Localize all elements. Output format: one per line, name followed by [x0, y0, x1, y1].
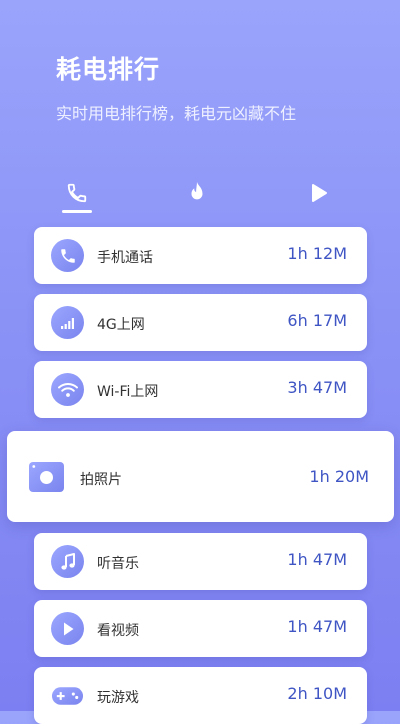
list-item-time: 1h 47M [287, 617, 347, 636]
tab-calls[interactable] [62, 178, 92, 208]
list-item-video[interactable]: 看视频 1h 47M [34, 600, 367, 657]
list-item-label: 看视频 [97, 623, 139, 639]
list-item-label: 玩游戏 [97, 690, 139, 706]
list-item-time: 1h 47M [287, 550, 347, 569]
signal-bars-icon [51, 306, 84, 339]
phone-icon [67, 183, 87, 203]
tab-power[interactable] [182, 178, 212, 208]
list-item-time: 1h 12M [287, 244, 347, 263]
list-item-music[interactable]: 听音乐 1h 47M [34, 533, 367, 590]
active-tab-indicator [62, 210, 92, 213]
play-icon [312, 184, 327, 202]
list-item-4g[interactable]: 4G上网 6h 17M [34, 294, 367, 351]
list-item-label: 拍照片 [80, 472, 122, 488]
list-item-label: Wi-Fi上网 [97, 384, 159, 400]
gamepad-icon [51, 679, 84, 712]
list-item-wifi[interactable]: Wi-Fi上网 3h 47M [34, 361, 367, 418]
wifi-icon [51, 373, 84, 406]
list-item-label: 手机通话 [97, 250, 153, 266]
tab-media[interactable] [304, 178, 334, 208]
flame-icon [191, 182, 203, 200]
page-title: 耗电排行 [56, 55, 161, 84]
list-item-camera[interactable]: 拍照片 1h 20M [7, 431, 394, 522]
camera-icon [29, 462, 64, 492]
list-item-time: 6h 17M [287, 311, 347, 330]
list-item-time: 2h 10M [287, 684, 347, 703]
list-item-label: 听音乐 [97, 556, 139, 572]
list-item-time: 3h 47M [287, 378, 347, 397]
play-circle-icon [51, 612, 84, 645]
list-item-calls[interactable]: 手机通话 1h 12M [34, 227, 367, 284]
phone-icon [51, 239, 84, 272]
page-subtitle: 实时用电排行榜，耗电元凶藏不住 [56, 104, 297, 123]
list-item-games[interactable]: 玩游戏 2h 10M [34, 667, 367, 724]
list-item-label: 4G上网 [97, 317, 145, 333]
list-item-time: 1h 20M [309, 467, 369, 486]
music-note-icon [51, 545, 84, 578]
